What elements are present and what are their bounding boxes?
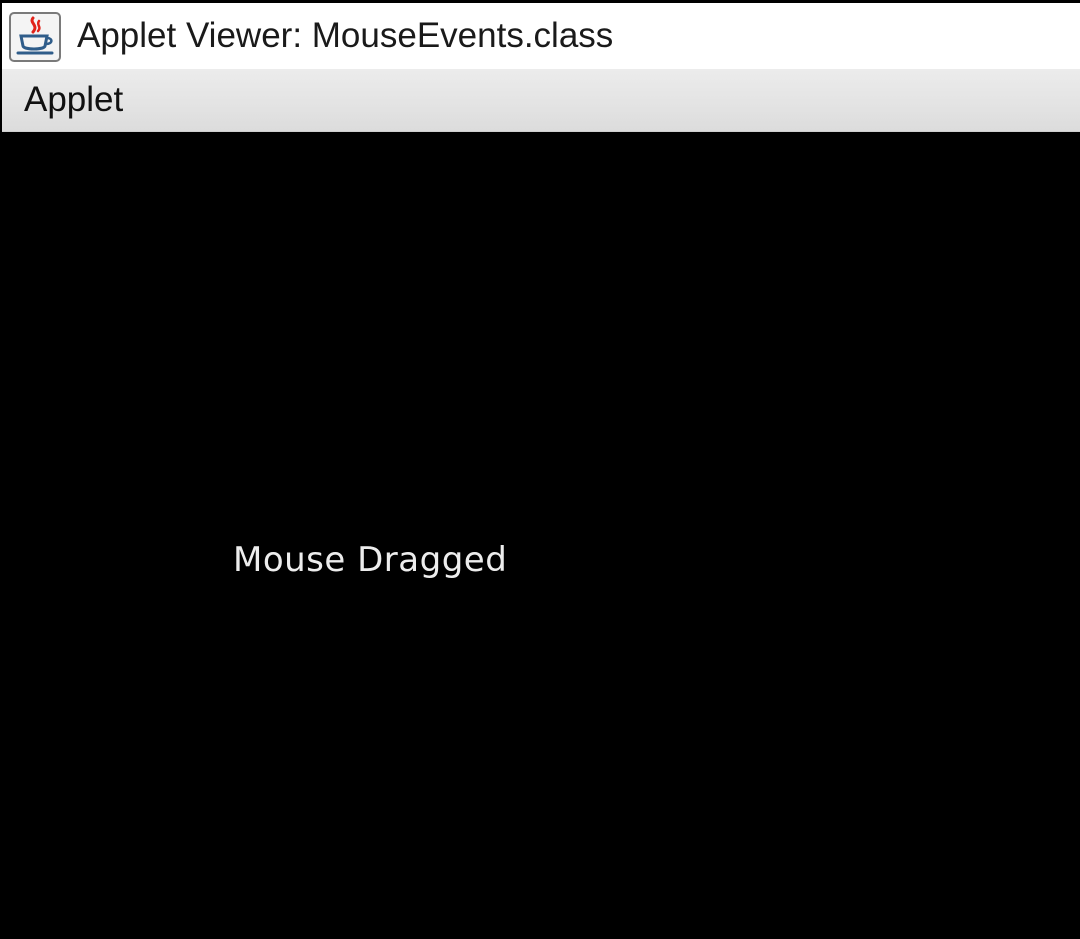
menu-item-applet[interactable]: Applet — [12, 69, 135, 131]
java-coffee-cup-icon — [9, 12, 61, 62]
applet-canvas[interactable]: Mouse Dragged — [0, 132, 1080, 939]
applet-viewer-window: Applet Viewer: MouseEvents.class Applet … — [0, 0, 1080, 939]
title-bar[interactable]: Applet Viewer: MouseEvents.class — [2, 3, 1080, 69]
window-title: Applet Viewer: MouseEvents.class — [77, 16, 614, 55]
menu-bar: Applet — [2, 69, 1080, 132]
mouse-event-message: Mouse Dragged — [233, 540, 508, 580]
